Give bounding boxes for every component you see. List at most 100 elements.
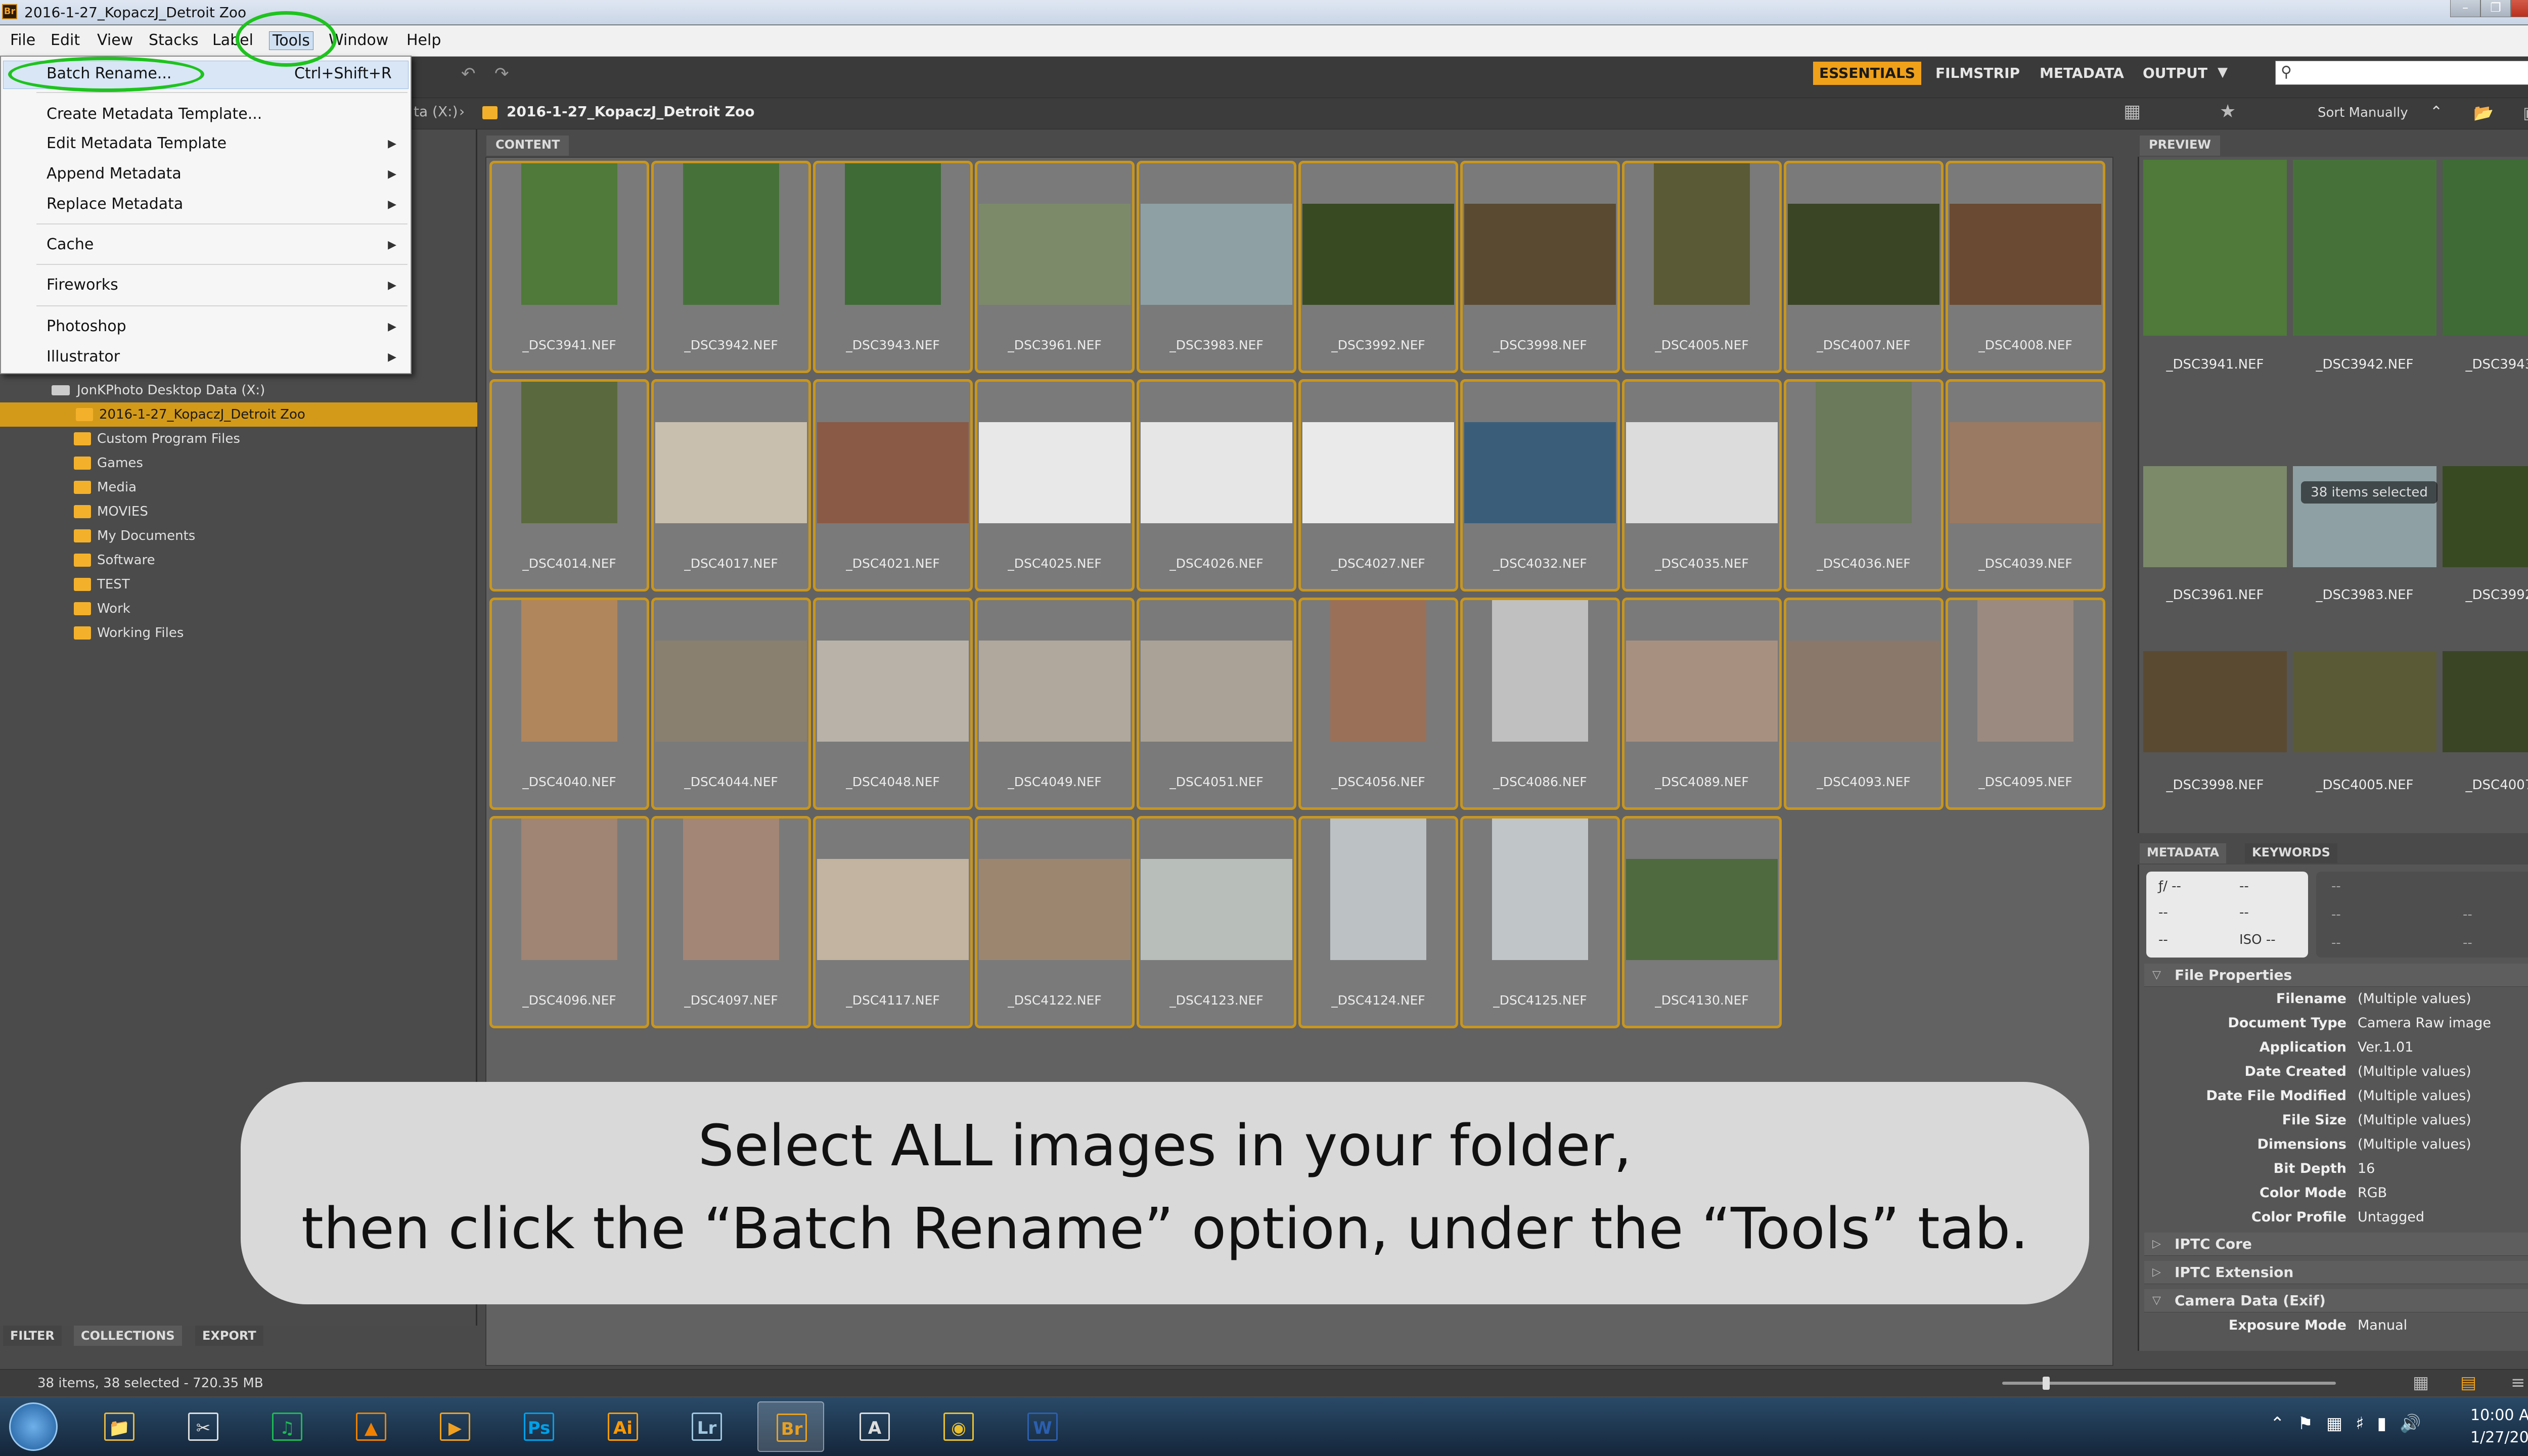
preview-image[interactable] <box>2443 160 2528 336</box>
thumbnail-item[interactable]: _DSC3961.NEF <box>975 161 1135 373</box>
thumbnail-item[interactable]: _DSC4039.NEF <box>1946 379 2105 592</box>
preview-image[interactable] <box>2143 160 2287 336</box>
view-details-icon[interactable]: ▤ <box>2460 1373 2476 1393</box>
thumbnail-item[interactable]: _DSC4005.NEF <box>1622 161 1782 373</box>
breadcrumb-folder[interactable]: 2016-1-27_KopaczJ_Detroit Zoo <box>507 103 754 120</box>
thumbnail-item[interactable]: _DSC4008.NEF <box>1946 161 2105 373</box>
section-iptc-core[interactable]: ▷ IPTC Core <box>2144 1233 2528 1256</box>
tree-folder-item[interactable]: My Documents <box>0 524 477 548</box>
sort-direction-icon[interactable]: ⌃ <box>2430 103 2443 121</box>
thumbnail-item[interactable]: _DSC4048.NEF <box>813 598 973 810</box>
search-input[interactable]: ⚲ <box>2275 61 2528 85</box>
open-recent-icon[interactable]: 📂 <box>2473 103 2494 122</box>
menu-view[interactable]: View <box>97 31 133 49</box>
tree-folder-item[interactable]: Media <box>0 475 477 499</box>
taskbar-word-icon[interactable]: W <box>1009 1401 1076 1452</box>
tab-preview[interactable]: PREVIEW <box>2140 135 2220 156</box>
thumbnail-item[interactable]: _DSC4007.NEF <box>1784 161 1944 373</box>
tab-metadata[interactable]: METADATA <box>2140 843 2227 863</box>
close-button[interactable]: ✕ <box>2511 0 2528 17</box>
thumbnail-item[interactable]: _DSC3983.NEF <box>1137 161 1296 373</box>
menu-window[interactable]: Window <box>329 31 388 49</box>
tray-icons[interactable]: ⌃⚑▦♯▮🔊 <box>2270 1414 2434 1434</box>
thumbnail-item[interactable]: _DSC4089.NEF <box>1622 598 1782 810</box>
taskbar-vlc-icon[interactable]: ▲ <box>338 1401 404 1452</box>
thumbnail-item[interactable]: _DSC4036.NEF <box>1784 379 1944 592</box>
star-filter-icon[interactable]: ★ <box>2220 101 2236 122</box>
thumbnail-item[interactable]: _DSC4026.NEF <box>1137 379 1296 592</box>
start-button[interactable] <box>9 1402 58 1451</box>
thumbnail-item[interactable]: _DSC4044.NEF <box>651 598 811 810</box>
thumbnail-item[interactable]: _DSC3992.NEF <box>1298 161 1458 373</box>
taskbar-bridge-icon[interactable]: Br <box>757 1401 824 1452</box>
breadcrumb-drive[interactable]: ta (X:) <box>414 103 458 120</box>
menu-file[interactable]: File <box>10 31 35 49</box>
taskbar-type-app-icon[interactable]: A <box>841 1401 908 1452</box>
preview-image[interactable] <box>2443 651 2528 752</box>
taskbar-illustrator-icon[interactable]: Ai <box>590 1401 656 1452</box>
workspace-dropdown-icon[interactable]: ▼ <box>2218 65 2228 80</box>
thumbnail-item[interactable]: _DSC4027.NEF <box>1298 379 1458 592</box>
preview-image[interactable] <box>2143 651 2287 752</box>
menu-help[interactable]: Help <box>407 31 441 49</box>
tab-export[interactable]: EXPORT <box>195 1326 263 1346</box>
section-file-properties[interactable]: ▽ File Properties <box>2144 964 2528 987</box>
tree-folder-item[interactable]: Working Files <box>0 621 477 645</box>
redo-icon[interactable]: ↷ <box>494 64 509 84</box>
tree-folder-item[interactable]: MOVIES <box>0 499 477 524</box>
thumbnail-item[interactable]: _DSC4021.NEF <box>813 379 973 592</box>
clock-date[interactable]: 1/27/2016 <box>2470 1429 2528 1446</box>
taskbar-snipping-tool-icon[interactable]: ✂ <box>170 1401 237 1452</box>
workspace-output[interactable]: OUTPUT <box>2137 62 2214 85</box>
thumbnail-item[interactable]: _DSC3998.NEF <box>1460 161 1620 373</box>
taskbar-file-explorer-icon[interactable]: 📁 <box>86 1401 153 1452</box>
thumbnail-item[interactable]: _DSC4096.NEF <box>489 816 649 1028</box>
taskbar-chrome-icon[interactable]: ◉ <box>925 1401 992 1452</box>
tree-folder-item[interactable]: Custom Program Files <box>0 427 477 451</box>
tab-filter[interactable]: FILTER <box>3 1326 62 1346</box>
thumbnail-item[interactable]: _DSC4122.NEF <box>975 816 1135 1028</box>
thumbnail-item[interactable]: _DSC4040.NEF <box>489 598 649 810</box>
view-list-icon[interactable]: ≡ <box>2511 1373 2525 1393</box>
tree-folder-item[interactable]: Software <box>0 548 477 572</box>
preview-image[interactable] <box>2293 160 2436 336</box>
thumbnail-item[interactable]: _DSC4014.NEF <box>489 379 649 592</box>
thumbnail-item[interactable]: _DSC3941.NEF <box>489 161 649 373</box>
tree-folder-item[interactable]: Work <box>0 597 477 621</box>
thumbnail-item[interactable]: _DSC4049.NEF <box>975 598 1135 810</box>
thumbnail-item[interactable]: _DSC3942.NEF <box>651 161 811 373</box>
tree-root[interactable]: JonKPhoto Desktop Data (X:) <box>0 378 477 402</box>
thumbnail-item[interactable]: _DSC4051.NEF <box>1137 598 1296 810</box>
new-folder-icon[interactable]: ▣ <box>2523 103 2528 122</box>
taskbar-media-player-icon[interactable]: ▶ <box>422 1401 488 1452</box>
thumbnail-item[interactable]: _DSC4097.NEF <box>651 816 811 1028</box>
thumbnail-item[interactable]: _DSC4123.NEF <box>1137 816 1296 1028</box>
thumbnail-item[interactable]: _DSC4056.NEF <box>1298 598 1458 810</box>
tree-folder-item[interactable]: 2016-1-27_KopaczJ_Detroit Zoo <box>0 402 477 427</box>
thumbnail-item[interactable]: _DSC3943.NEF <box>813 161 973 373</box>
workspace-essentials[interactable]: ESSENTIALS <box>1813 62 1921 85</box>
thumbnail-item[interactable]: _DSC4025.NEF <box>975 379 1135 592</box>
tree-folder-item[interactable]: Games <box>0 451 477 475</box>
menu-item-photoshop-label[interactable]: Photoshop <box>47 317 126 335</box>
tree-folder-item[interactable]: TEST <box>0 572 477 597</box>
thumbnail-item[interactable]: _DSC4086.NEF <box>1460 598 1620 810</box>
menu-item-illustrator-label[interactable]: Illustrator <box>47 348 120 366</box>
sort-dropdown[interactable]: Sort Manually <box>2318 105 2408 120</box>
section-camera-data[interactable]: ▽ Camera Data (Exif) <box>2144 1289 2528 1312</box>
menu-edit[interactable]: Edit <box>51 31 80 49</box>
menu-stacks[interactable]: Stacks <box>149 31 199 49</box>
tab-keywords[interactable]: KEYWORDS <box>2245 843 2337 863</box>
thumbnail-item[interactable]: _DSC4130.NEF <box>1622 816 1782 1028</box>
thumbnail-item[interactable]: _DSC4125.NEF <box>1460 816 1620 1028</box>
taskbar-lightroom-icon[interactable]: Lr <box>673 1401 740 1452</box>
section-iptc-extension[interactable]: ▷ IPTC Extension <box>2144 1261 2528 1284</box>
thumbnail-size-slider[interactable] <box>2002 1382 2336 1385</box>
preview-image[interactable] <box>2143 466 2287 567</box>
workspace-metadata[interactable]: METADATA <box>2034 62 2130 85</box>
menu-item-fireworks-label[interactable]: Fireworks <box>47 276 118 294</box>
tab-content[interactable]: CONTENT <box>486 135 569 156</box>
tab-collections[interactable]: COLLECTIONS <box>74 1326 182 1346</box>
preview-image[interactable] <box>2443 466 2528 567</box>
thumbnail-item[interactable]: _DSC4124.NEF <box>1298 816 1458 1028</box>
